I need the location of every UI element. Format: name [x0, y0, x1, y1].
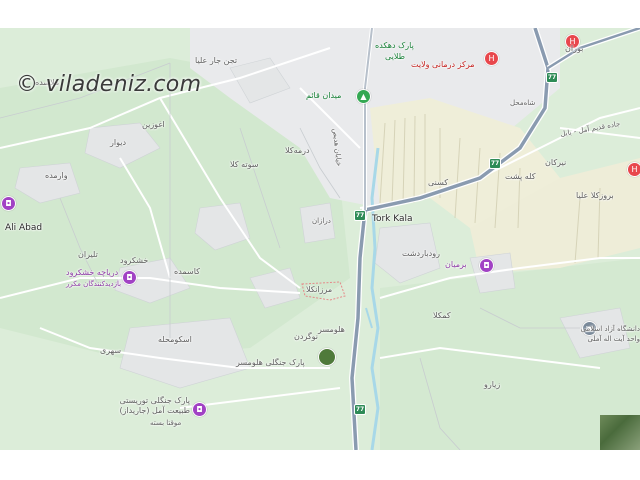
place-label-zirab: زیارو [484, 380, 501, 389]
place-label-marzankola: مرزانکلا [306, 285, 333, 294]
hospital-icon[interactable]: H [627, 162, 640, 177]
place-label-boran: بوران [565, 44, 584, 53]
page-bottom-band [0, 450, 640, 480]
highway-shield-icon: 77 [354, 210, 366, 221]
place-label-markaz-darmani: مرکز درمانی ولایت [411, 60, 475, 69]
camera-icon[interactable]: ◘ [122, 270, 137, 285]
place-label-tork-kala: Tork Kala [372, 214, 413, 224]
place-label-park-touristi-sub: موقتا بسته [150, 419, 182, 427]
place-label-talaei: طلایی [385, 52, 406, 61]
place-label-kamkola: کمکلا [433, 311, 451, 320]
place-label-roodbardasht: رودباردشت [402, 249, 440, 258]
place-label-eskomahaleh: اسکومحله [158, 335, 192, 344]
place-label-varemadeh: وارمده [45, 171, 68, 180]
place-label-kaleh-posht: کله پشت [505, 172, 536, 181]
camera-icon[interactable]: ◘ [1, 196, 16, 211]
place-label-divar: دیوار [110, 138, 127, 147]
place-label-barozkola: بروزکلا علیا [576, 191, 614, 200]
place-label-park-touristi: پارک جنگلی توریستی طبیعت آمل (جاریداز) [119, 396, 190, 415]
camera-icon[interactable]: ◘ [192, 402, 207, 417]
place-label-maydan-qaem: میدان قائم [306, 91, 342, 100]
place-label-nirkan: نیرکان [545, 158, 567, 167]
place-label-tejan: تجن جار علیا [195, 56, 238, 65]
park-photo-icon[interactable] [318, 348, 336, 366]
place-label-kasani: کسنی [428, 178, 449, 187]
camera-icon[interactable]: ◘ [479, 258, 494, 273]
place-label-park-dehkadeh: پارک دهکده [375, 41, 414, 50]
place-label-darbazan: درازان [312, 217, 331, 225]
layer-toggle-thumbnail[interactable] [600, 415, 640, 450]
watermark-text: © viladeniz.com [16, 72, 202, 97]
hospital-icon[interactable]: H [484, 51, 499, 66]
place-label-ali-abad: Ali Abad [5, 223, 43, 233]
place-label-noogerdan: نوگردن [294, 332, 319, 341]
highway-shield-icon: 77 [546, 72, 558, 83]
tree-icon[interactable]: ▲ [356, 89, 371, 104]
place-label-daryacheh: دریاچه خشکرود [66, 268, 119, 277]
place-label-daryacheh-sub: بازدیدکنندگان مکرر [66, 280, 122, 288]
place-label-daneshgah: دانشگاه آزاد اسلامی واحد آیت اله آملی [580, 325, 640, 343]
place-label-barmian: برمیان [445, 260, 467, 269]
place-label-sohri: سهری [100, 346, 122, 355]
place-label-halomsar: هلومسر [318, 325, 345, 334]
highway-shield-icon: 77 [489, 158, 501, 169]
highway-shield-icon: 77 [354, 404, 366, 415]
place-label-kasmadeh: کاسمده [174, 267, 200, 276]
place-label-khoshkrood: خشکرود [120, 256, 149, 265]
place-label-dorme-kola: درمه‌کلا [285, 146, 310, 155]
place-label-sowteh-kola: سوته کلا [230, 160, 259, 169]
place-label-shahmahal: شاه‌محل [510, 99, 536, 107]
place-label-park-jangali: پارک جنگلی هلومسر [236, 358, 305, 367]
place-label-talran: تلیران [78, 250, 98, 259]
place-label-aghoozin: اغوزین [142, 120, 165, 129]
